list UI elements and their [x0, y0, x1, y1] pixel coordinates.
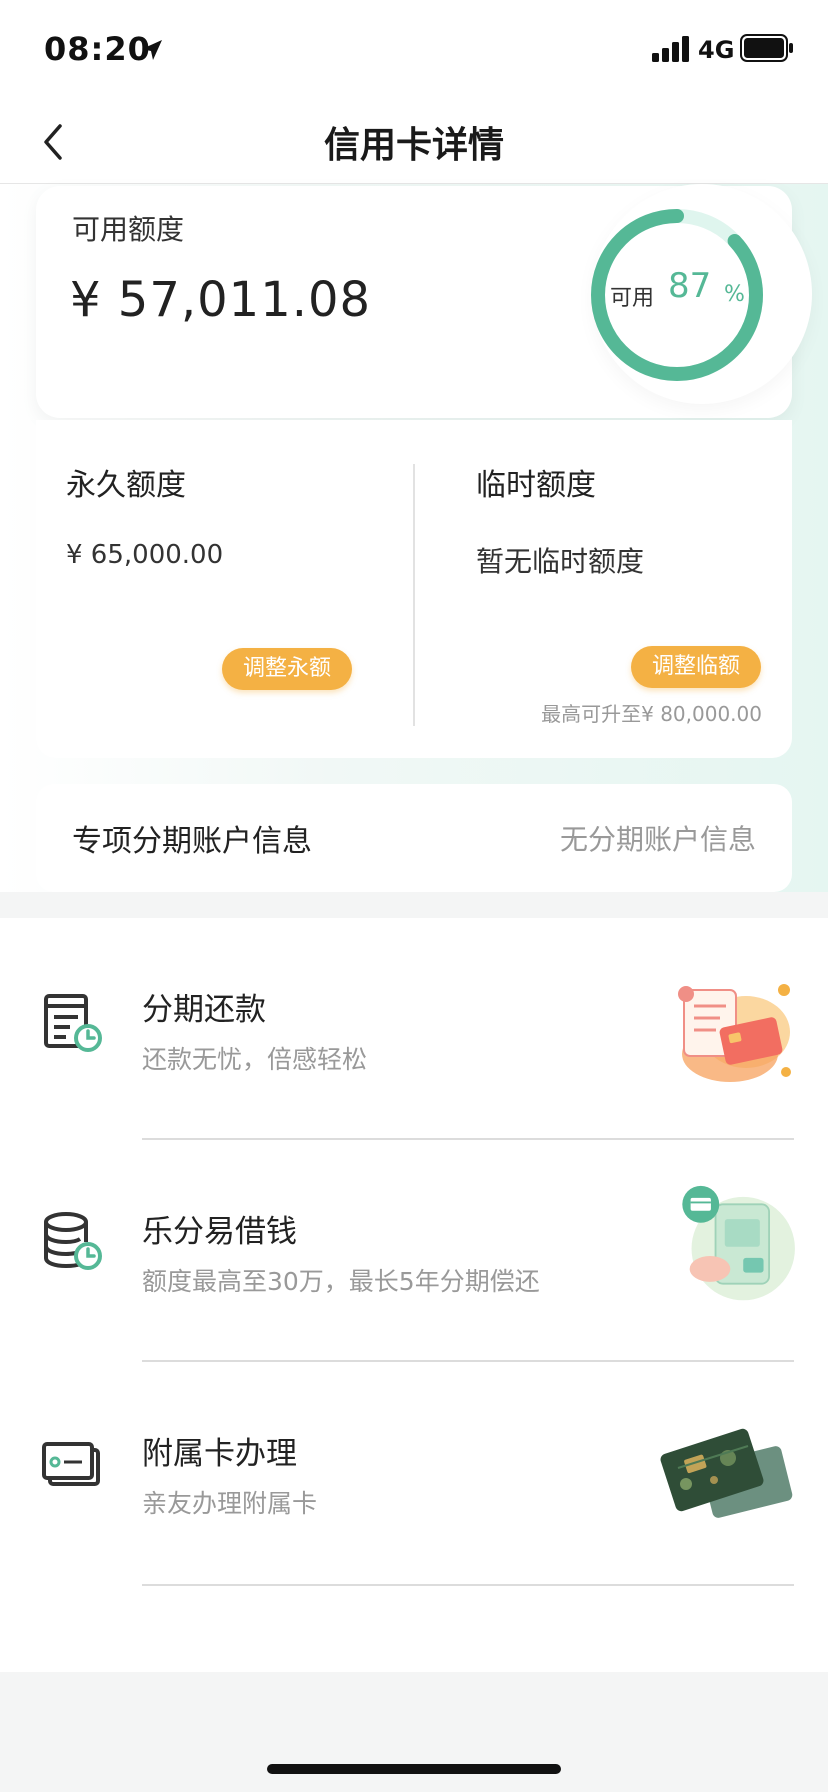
- service-item-installment-repay[interactable]: 分期还款 还款无忧，倍感轻松: [0, 918, 828, 1140]
- service-item-loan[interactable]: 乐分易借钱 额度最高至30万，最长5年分期偿还: [0, 1140, 828, 1362]
- available-limit-amount: ¥ 57,011.08: [70, 272, 372, 328]
- page-title: 信用卡详情: [323, 125, 504, 166]
- battery-icon: [740, 34, 793, 62]
- coins-clock-icon: [44, 1212, 102, 1270]
- status-bar: 08:20 4G: [0, 0, 828, 100]
- status-time: 08:20: [44, 30, 151, 68]
- permanent-limit-title: 永久额度: [66, 468, 186, 503]
- ring-label: 可用: [610, 286, 655, 311]
- service-title: 乐分易借钱: [142, 1214, 297, 1250]
- services-list: 分期还款 还款无忧，倍感轻松 乐分易借钱 额度最高至30万，最长5年分期偿还 附…: [0, 918, 828, 1672]
- ring-value: 87: [668, 266, 712, 306]
- installment-account-row[interactable]: 专项分期账户信息 无分期账户信息: [36, 784, 792, 892]
- permanent-limit-value: ¥ 65,000.00: [66, 540, 224, 570]
- service-desc: 还款无忧，倍感轻松: [142, 1045, 368, 1074]
- available-limit-label: 可用额度: [72, 213, 185, 246]
- ring-unit: %: [724, 282, 745, 307]
- credit-cards-illustration: [660, 1428, 793, 1518]
- bill-clock-icon: [44, 994, 102, 1052]
- limits-divider: [413, 464, 415, 726]
- installment-account-title: 专项分期账户信息: [72, 824, 312, 859]
- phone-loan-illustration: [682, 1185, 795, 1301]
- adjust-permanent-button[interactable]: 调整永额: [222, 648, 352, 690]
- available-ring: 可用 87 %: [584, 202, 770, 388]
- service-item-supplementary-card[interactable]: 附属卡办理 亲友办理附属卡: [0, 1362, 828, 1586]
- service-title: 分期还款: [142, 992, 266, 1028]
- network-label: 4G: [698, 36, 735, 64]
- signal-icon: [652, 36, 689, 62]
- adjust-temporary-button[interactable]: 调整临额: [631, 646, 761, 688]
- temporary-limit-value: 暂无临时额度: [476, 545, 645, 578]
- location-arrow-icon: [142, 40, 162, 60]
- nav-bar: 信用卡详情: [0, 100, 828, 184]
- limits-card: 永久额度 ¥ 65,000.00 调整永额 临时额度 暂无临时额度 调整临额 最…: [36, 420, 792, 758]
- service-desc: 额度最高至30万，最长5年分期偿还: [142, 1267, 540, 1296]
- temporary-limit-note: 最高可升至¥ 80,000.00: [541, 702, 762, 726]
- bill-card-illustration: [678, 984, 791, 1082]
- available-limit-card: 可用额度 ¥ 57,011.08 可用 87 %: [36, 184, 812, 418]
- installment-account-value: 无分期账户信息: [559, 823, 756, 856]
- service-desc: 亲友办理附属卡: [142, 1489, 318, 1518]
- home-indicator: [267, 1764, 561, 1774]
- service-title: 附属卡办理: [142, 1436, 297, 1472]
- divider: [142, 1584, 794, 1586]
- cards-icon: [42, 1442, 100, 1486]
- temporary-limit-title: 临时额度: [476, 468, 596, 503]
